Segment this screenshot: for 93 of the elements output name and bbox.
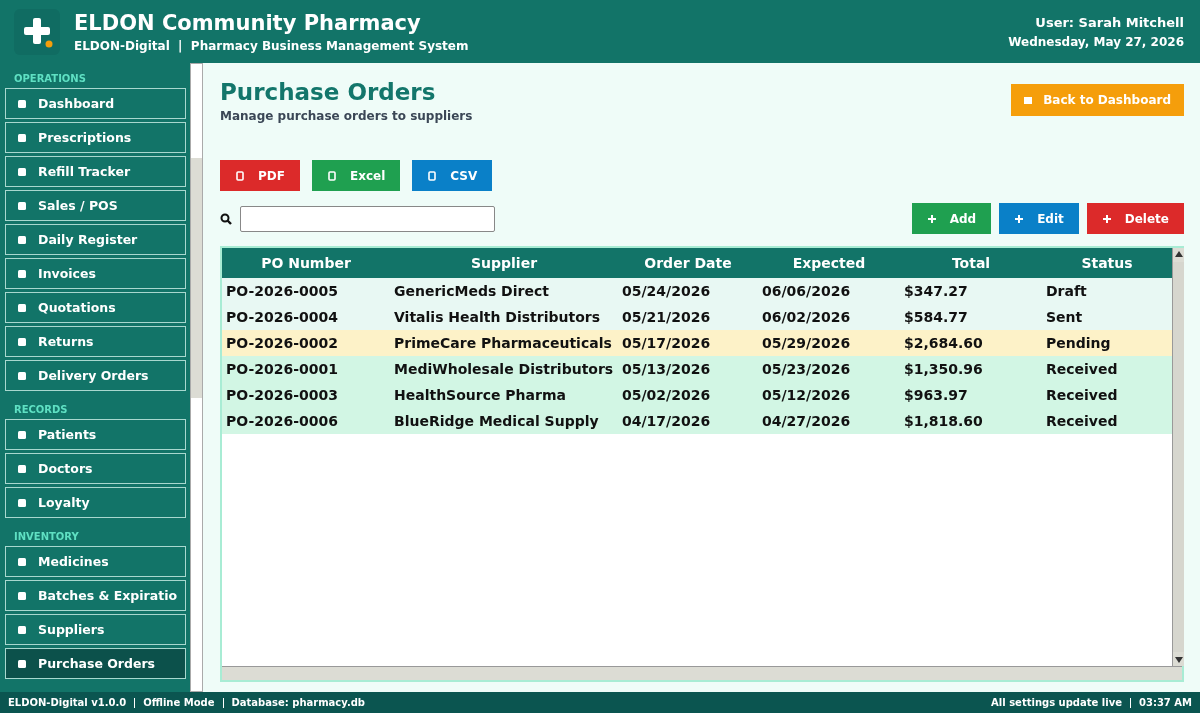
status-text: All settings update live: [991, 697, 1122, 708]
table-cell-text: Sent: [1045, 309, 1084, 325]
sidebar-item[interactable]: Delivery Orders: [5, 360, 186, 391]
table-cell-text: 05/21/2026: [621, 309, 712, 325]
table-cell-text: HealthSource Pharma: [393, 387, 567, 403]
search-icon: [220, 212, 232, 225]
status-text: Database: pharmacy.db: [231, 697, 365, 708]
sidebar-item[interactable]: Batches & Expiratio: [5, 580, 186, 611]
table-cell-text: Received: [1045, 387, 1119, 403]
section-heading: OPERATIONS: [13, 72, 87, 86]
table-cell-text: PO-2026-0006: [225, 413, 339, 429]
table-row[interactable]: PO-2026-0001 MediWholesale Distributors 05/13/2026 05/23/2026 $1,350.96 Received: [222, 356, 1172, 382]
table-cell-text: 05/13/2026: [621, 361, 712, 377]
table-cell-text: 06/06/2026: [761, 283, 852, 299]
column-header[interactable]: PO Number: [222, 255, 390, 271]
page-title: Purchase Orders: [220, 79, 437, 105]
sidebar-item[interactable]: Returns: [5, 326, 186, 357]
status-text: ELDON-Digital v1.0.0: [8, 697, 127, 708]
status-text: Offline Mode: [143, 697, 215, 708]
table-cell-text: PO-2026-0002: [225, 335, 339, 351]
table-cell-text: PrimeCare Pharmaceuticals: [393, 335, 613, 351]
sidebar-item[interactable]: Doctors: [5, 453, 186, 484]
table-cell-text: PO-2026-0003: [225, 387, 339, 403]
table-cell-text: $584.77: [903, 309, 969, 325]
table-cell-text: $963.97: [903, 387, 969, 403]
table-cell-text: 05/12/2026: [761, 387, 852, 403]
action-button[interactable]: Delete: [1086, 203, 1184, 234]
table-row[interactable]: PO-2026-0006 BlueRidge Medical Supply 04/17/2026 04/27/2026 $1,818.60 Received: [222, 408, 1172, 434]
table-cell-text: $347.27: [903, 283, 969, 299]
current-date: Wednesday, May 27, 2026: [1008, 34, 1184, 49]
table-cell-text: 05/29/2026: [761, 335, 852, 351]
table-cell-text: 06/02/2026: [761, 309, 852, 325]
table-cell-text: 04/27/2026: [761, 413, 852, 429]
sidebar-item[interactable]: Dashboard: [5, 88, 186, 119]
page-subtitle: Manage purchase orders to suppliers: [220, 109, 473, 123]
sidebar-item[interactable]: Medicines: [5, 546, 186, 577]
sidebar-item[interactable]: Patients: [5, 419, 186, 450]
table-cell-text: GenericMeds Direct: [393, 283, 550, 299]
table-cell-text: Draft: [1045, 283, 1088, 299]
table-cell-text: 05/23/2026: [761, 361, 852, 377]
export-button[interactable]: Excel: [311, 160, 401, 191]
table-horizontal-scrollbar[interactable]: [222, 666, 1182, 680]
sidebar-item[interactable]: Sales / POS: [5, 190, 186, 221]
table-cell-text: $2,684.60: [903, 335, 984, 351]
table-cell-text: Vitalis Health Distributors: [393, 309, 601, 325]
sidebar-item[interactable]: Purchase Orders: [5, 648, 186, 679]
user-name: User: Sarah Mitchell: [1035, 14, 1184, 30]
table-row[interactable]: PO-2026-0003 HealthSource Pharma 05/02/2026 05/12/2026 $963.97 Received: [222, 382, 1172, 408]
plus-icon: [926, 213, 937, 224]
export-button[interactable]: CSV: [412, 160, 493, 191]
cross-logo-icon: [14, 8, 60, 55]
table-row[interactable]: PO-2026-0004 Vitalis Health Distributors 05/21/2026 06/02/2026 $584.77 Sent: [222, 304, 1172, 330]
table-cell-text: MediWholesale Distributors: [393, 361, 615, 377]
table-cell-text: $1,350.96: [903, 361, 984, 377]
table-cell-text: PO-2026-0001: [225, 361, 339, 377]
table-cell-text: BlueRidge Medical Supply: [393, 413, 600, 429]
app-title: ELDON Community Pharmacy: [74, 10, 422, 35]
action-button[interactable]: Edit: [999, 203, 1079, 234]
column-header[interactable]: Order Date: [618, 255, 758, 271]
scroll-down-icon[interactable]: [1174, 657, 1183, 663]
app-subtitle: ELDON-Digital | Pharmacy Business Management System: [74, 38, 469, 53]
table-cell-text: 05/02/2026: [621, 387, 712, 403]
table-cell-text: 05/17/2026: [621, 335, 712, 351]
sidebar-item[interactable]: Prescriptions: [5, 122, 186, 153]
action-button[interactable]: Add: [911, 203, 992, 234]
sidebar-item[interactable]: Invoices: [5, 258, 186, 289]
table-cell-text: 04/17/2026: [621, 413, 712, 429]
table-vertical-scrollbar[interactable]: [1172, 248, 1184, 666]
table-cell-text: Received: [1045, 413, 1119, 429]
table-row[interactable]: PO-2026-0002 PrimeCare Pharmaceuticals 05/17/2026 05/29/2026 $2,684.60 Pending: [222, 330, 1172, 356]
status-text: 03:37 AM: [1139, 697, 1192, 708]
sidebar-item[interactable]: Loyalty: [5, 487, 186, 518]
section-heading: RECORDS: [13, 403, 69, 417]
column-header[interactable]: Total: [900, 255, 1042, 271]
sidebar-item[interactable]: Daily Register: [5, 224, 186, 255]
scroll-up-icon[interactable]: [1174, 251, 1183, 257]
table-cell-text: 05/24/2026: [621, 283, 712, 299]
table-cell-text: Pending: [1045, 335, 1112, 351]
export-button[interactable]: PDF: [220, 160, 300, 191]
search-field[interactable]: [240, 205, 495, 232]
table-cell-text: $1,818.60: [903, 413, 984, 429]
table-cell-text: PO-2026-0005: [225, 283, 339, 299]
sidebar-item[interactable]: Quotations: [5, 292, 186, 323]
table-cell-text: PO-2026-0004: [225, 309, 339, 325]
sidebar-item[interactable]: Suppliers: [5, 614, 186, 645]
sidebar-item[interactable]: Refill Tracker: [5, 156, 186, 187]
sidebar-scrollbar[interactable]: [190, 63, 203, 692]
table-row[interactable]: PO-2026-0005 GenericMeds Direct 05/24/2026 06/06/2026 $347.27 Draft: [222, 278, 1172, 304]
table-cell-text: Received: [1045, 361, 1119, 377]
column-header[interactable]: Supplier: [390, 255, 618, 271]
section-heading: INVENTORY: [13, 530, 80, 544]
column-header[interactable]: Expected: [758, 255, 900, 271]
column-header[interactable]: Status: [1042, 255, 1172, 271]
